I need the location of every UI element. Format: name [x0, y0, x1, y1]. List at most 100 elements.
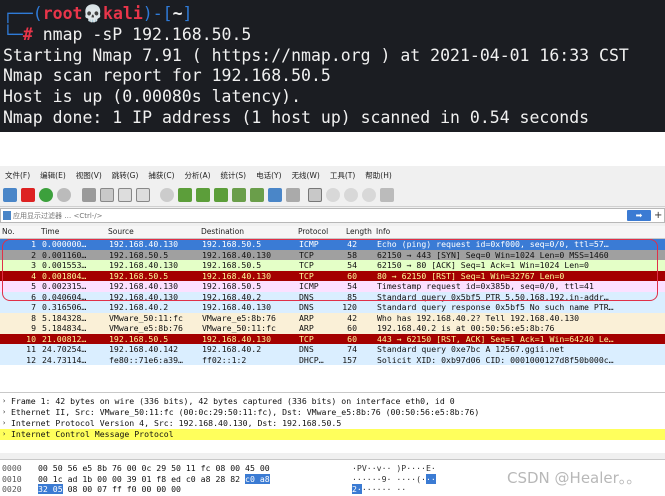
first-packet-icon[interactable] — [232, 188, 246, 202]
shark-fin-start-icon[interactable] — [3, 188, 17, 202]
packet-details-pane[interactable]: › Frame 1: 42 bytes on wire (336 bits), 4… — [0, 392, 665, 453]
cell-len: 42 — [347, 312, 357, 323]
find-packet-icon[interactable] — [160, 188, 174, 202]
cell-no: 4 — [31, 270, 36, 281]
table-row[interactable]: 12 24.73114… fe80::71e6:a39… ff02::1:2 DHCP…… — [0, 354, 665, 365]
menu-statistics[interactable]: 统计(S) — [216, 170, 252, 181]
menu-view[interactable]: 视图(V) — [71, 170, 107, 181]
cell-info: 192.168.40.2 is at 00:50:56:e5:8b:76 — [377, 323, 555, 333]
cell-time: 21.00812… — [42, 333, 87, 344]
go-to-packet-icon[interactable] — [214, 188, 228, 202]
apply-filter-button[interactable]: ➡ — [627, 210, 651, 221]
cell-len: 120 — [342, 302, 357, 312]
bookmark-icon[interactable] — [3, 211, 11, 220]
detail-tree-item[interactable]: › Internet Control Message Protocol — [0, 429, 665, 440]
restart-capture-icon[interactable] — [39, 188, 53, 202]
detail-text: Frame 1: 42 bytes on wire (336 bits), 42… — [11, 396, 455, 406]
terminal-window[interactable]: ┌──(root💀kali)-[~] └─# nmap -sP 192.168.… — [0, 0, 665, 132]
expand-arrow-icon[interactable]: › — [2, 429, 6, 440]
ascii-bytes[interactable]: ······9· ····(··· — [352, 473, 436, 484]
column-header-destination[interactable]: Destination — [201, 227, 244, 236]
colorize-icon[interactable] — [286, 188, 300, 202]
go-back-icon[interactable] — [178, 188, 192, 202]
menu-edit[interactable]: 编辑(E) — [35, 170, 71, 181]
menu-tools[interactable]: 工具(T) — [325, 170, 360, 181]
skull-icon: 💀 — [82, 4, 104, 23]
menu-telephony[interactable]: 电话(Y) — [251, 170, 286, 181]
add-filter-button[interactable]: + — [654, 209, 662, 222]
open-file-icon[interactable] — [82, 188, 96, 202]
cell-dst: 192.168.40.130 — [202, 270, 272, 281]
cell-no: 2 — [31, 249, 36, 260]
last-packet-icon[interactable] — [250, 188, 264, 202]
save-file-icon[interactable] — [100, 188, 114, 202]
ascii-bytes[interactable]: ·PV··v·· )P····E· — [352, 463, 436, 473]
zoom-out-icon[interactable] — [344, 188, 358, 202]
table-row[interactable]: 8 5.184328… VMware_50:11:fc VMware_e5:8b:76… — [0, 312, 665, 323]
hex-bytes[interactable]: 00 1c ad 1b 00 00 39 01 f8 ed c0 a8 28 8… — [38, 473, 270, 484]
table-row[interactable]: 7 0.316506… 192.168.40.2 192.168.40.130 DNS 1… — [0, 302, 665, 313]
close-file-icon[interactable] — [118, 188, 132, 202]
terminal-output-line: Nmap done: 1 IP address (1 host up) scan… — [3, 108, 590, 127]
hex-bytes[interactable]: 00 50 56 e5 8b 76 00 0c 29 50 11 fc 08 0… — [38, 463, 270, 473]
table-row[interactable]: 6 0.040604… 192.168.40.130 192.168.40.2 DNS 8… — [0, 291, 665, 302]
cell-info: Standard query 0x5bf5 PTR 5.50.168.192.i… — [377, 291, 609, 302]
ascii-bytes[interactable]: 2······· ·· — [352, 484, 406, 494]
table-row[interactable]: 9 5.184834… VMware_e5:8b:76 VMware_50:11:fc… — [0, 323, 665, 334]
menu-file[interactable]: 文件(F) — [0, 170, 35, 181]
autoscroll-icon[interactable] — [268, 188, 282, 202]
colorize-list-icon[interactable] — [308, 188, 322, 202]
prompt-close: ] — [182, 4, 193, 23]
capture-options-icon[interactable] — [57, 188, 71, 202]
cell-time: 0.316506… — [42, 302, 87, 312]
detail-tree-item[interactable]: › Internet Protocol Version 4, Src: 192.1… — [0, 418, 665, 429]
table-row[interactable]: 10 21.00812… 192.168.50.5 192.168.40.130 TCP… — [0, 333, 665, 344]
column-header-protocol[interactable]: Protocol — [298, 227, 328, 236]
detail-tree-item[interactable]: › Ethernet II, Src: VMware_50:11:fc (00:0… — [0, 407, 665, 418]
cell-proto: TCP — [299, 333, 314, 344]
cell-dst: 192.168.50.5 — [202, 281, 262, 291]
hex-segment: 00 50 56 e5 8b 76 00 0c 29 50 11 fc 08 0… — [38, 463, 270, 473]
cell-proto: ICMP — [299, 281, 319, 291]
column-header-source[interactable]: Source — [108, 227, 134, 236]
table-row[interactable]: 4 0.001804… 192.168.50.5 192.168.40.130 TCP 6… — [0, 270, 665, 281]
zoom-in-icon[interactable] — [326, 188, 340, 202]
menu-help[interactable]: 帮助(H) — [360, 170, 397, 181]
terminal-output-line: Host is up (0.00080s latency). — [3, 87, 302, 106]
menu-analyze[interactable]: 分析(A) — [180, 170, 216, 181]
hex-offset: 0020 — [2, 484, 22, 494]
hex-bytes[interactable]: 32 05 08 00 07 ff f0 00 00 00 — [38, 484, 181, 494]
resize-columns-icon[interactable] — [380, 188, 394, 202]
cell-time: 0.040604… — [42, 291, 87, 302]
column-header-no[interactable]: No. — [2, 227, 14, 236]
cell-time: 5.184328… — [42, 312, 87, 323]
terminal-output-line: Nmap scan report for 192.168.50.5 — [3, 66, 331, 85]
column-header-length[interactable]: Length — [346, 227, 372, 236]
table-row[interactable]: 11 24.70254… 192.168.40.142 192.168.40.2 DNS… — [0, 344, 665, 355]
ascii-segment: ······ ·· — [361, 484, 407, 494]
reload-icon[interactable] — [136, 188, 150, 202]
cell-no: 11 — [26, 344, 36, 354]
go-forward-icon[interactable] — [196, 188, 210, 202]
table-row[interactable]: 2 0.001160… 192.168.50.5 192.168.40.130 TCP 5… — [0, 249, 665, 260]
expand-arrow-icon[interactable]: › — [2, 396, 6, 407]
stop-capture-icon[interactable] — [21, 188, 35, 202]
display-filter-input[interactable] — [13, 210, 603, 221]
expand-arrow-icon[interactable]: › — [2, 407, 6, 418]
table-row[interactable]: 5 0.002315… 192.168.40.130 192.168.50.5 ICMP… — [0, 281, 665, 292]
column-header-info[interactable]: Info — [376, 227, 390, 236]
menu-capture[interactable]: 捕获(C) — [143, 170, 179, 181]
prompt-corner: └─ — [3, 25, 23, 44]
cell-no: 5 — [31, 281, 36, 291]
expand-arrow-icon[interactable]: › — [2, 418, 6, 429]
display-filter-bar: ➡ + — [0, 208, 665, 223]
terminal-output-line: Starting Nmap 7.91 ( https://nmap.org ) … — [3, 46, 629, 65]
cell-dst: 192.168.40.2 — [202, 344, 262, 354]
table-row[interactable]: 3 0.001553… 192.168.40.130 192.168.50.5 TCP 5… — [0, 260, 665, 271]
zoom-normal-icon[interactable] — [362, 188, 376, 202]
menu-wireless[interactable]: 无线(W) — [287, 170, 325, 181]
table-row[interactable]: 1 0.000000… 192.168.40.130 192.168.50.5 ICMP… — [0, 239, 665, 250]
column-header-time[interactable]: Time — [41, 227, 59, 236]
detail-tree-item[interactable]: › Frame 1: 42 bytes on wire (336 bits), 4… — [0, 396, 665, 407]
menu-go[interactable]: 跳转(G) — [107, 170, 144, 181]
